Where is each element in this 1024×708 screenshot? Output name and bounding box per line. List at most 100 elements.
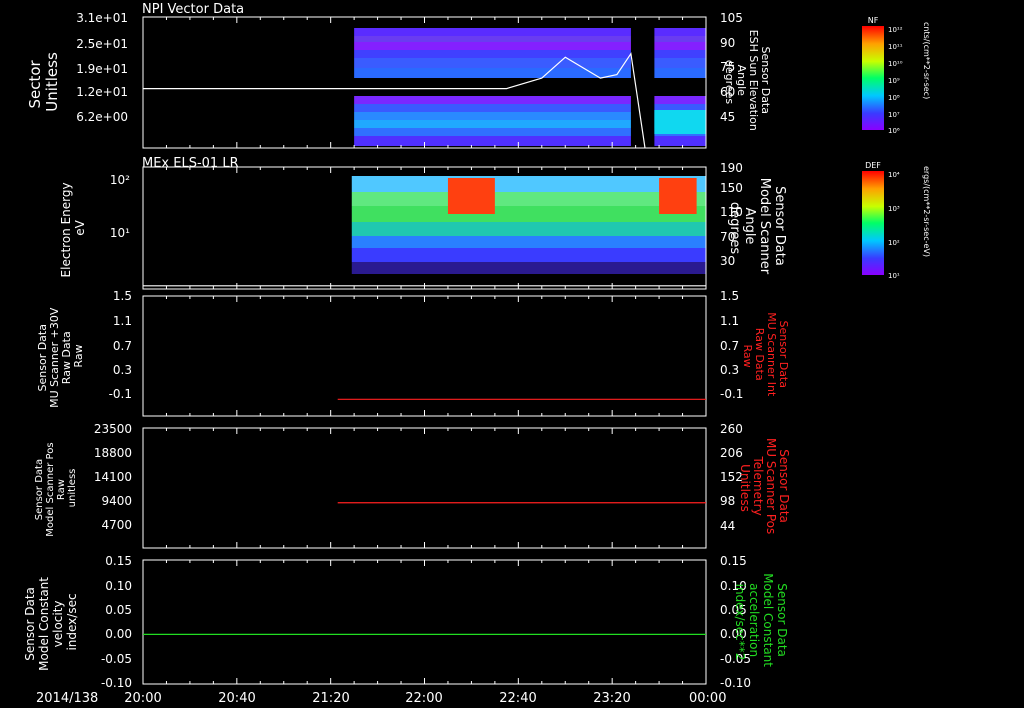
right-ytick-label: 105 <box>720 11 743 25</box>
right-y-axis-title-line: Telemetry <box>751 455 765 515</box>
colorbar-tick-label: 10⁹ <box>888 77 900 85</box>
ytick-label: 18800 <box>94 446 132 460</box>
colorbar-unit: ergs/(cm**2-sr-sec-eV) <box>922 166 931 257</box>
y-axis-left: 23500 18800 14100 9400 4700 Sensor Data … <box>34 422 132 537</box>
y-axis-title-line: Electron Energy <box>59 182 73 277</box>
y-axis-title-line: unitless <box>67 469 78 508</box>
ytick-label: 0.05 <box>105 603 132 617</box>
y-axis-right: 105 90 75 60 45 Sensor Data ESH Sun Elev… <box>720 11 772 131</box>
right-ytick-label: 30 <box>720 254 735 268</box>
ytick-label: 0.3 <box>113 363 132 377</box>
spectrogram-band <box>354 104 631 112</box>
right-y-axis-title-line: acceleration <box>747 583 761 657</box>
spectrogram-band <box>351 176 706 192</box>
colorbar-tick-label: 10⁶ <box>888 127 900 135</box>
multi-panel-time-series-plot: NPI Vector Data 3.1e+01 2.5e+01 1.9e+01 … <box>23 2 931 706</box>
right-ytick-label: 1.1 <box>720 314 739 328</box>
ytick-label: 3.1e+01 <box>76 11 128 25</box>
spectrogram-band <box>654 58 706 68</box>
y-axis-title: Electron Energy eV <box>59 179 87 278</box>
panel-mex-els: MEx ELS-01 LR 10² 10¹ Electron Energy eV… <box>59 156 931 290</box>
colorbar-tick-label: 10³ <box>888 205 900 213</box>
right-y-axis-title-line: Unitless <box>738 464 752 512</box>
time-tick-label: 22:00 <box>405 691 442 706</box>
y-axis-title-line: Model Constant <box>37 577 51 671</box>
ytick-label: -0.10 <box>101 676 132 690</box>
ytick-label: 10¹ <box>110 226 130 240</box>
spectrogram-band <box>354 28 631 36</box>
ytick-label: 0.7 <box>113 339 132 353</box>
right-y-axis-title-line: degrees <box>723 60 736 105</box>
ytick-label: 9400 <box>101 494 132 508</box>
colorbar-nf: NF 10¹² 10¹¹ 10¹⁰ 10⁹ 10⁸ 10⁷ 10⁶ cnts/(… <box>862 16 931 135</box>
y-axis-title-line: eV <box>73 219 87 235</box>
spectrogram-burst <box>659 178 697 214</box>
time-tick-label: 20:40 <box>218 691 255 706</box>
right-ytick-label: 206 <box>720 446 743 460</box>
right-y-axis-title: Sensor Data MU Scanner Pos Telemetry Uni… <box>738 438 791 538</box>
plot-frame <box>142 427 707 549</box>
spectrogram-band <box>354 120 631 128</box>
ytick-label: 0.10 <box>105 579 132 593</box>
spectrogram-band <box>654 68 706 78</box>
right-ytick-label: -0.1 <box>720 387 743 401</box>
spectrogram-band <box>354 136 631 146</box>
plot-frame <box>142 295 707 417</box>
right-y-axis-title-line: degrees <box>727 202 742 255</box>
colorbar-tick-label: 10¹⁰ <box>888 60 903 68</box>
y-axis-title-line: Model Scanner Pos <box>45 442 56 536</box>
right-ytick-label: 150 <box>720 181 743 195</box>
y-axis-left: 0.15 0.10 0.05 0.00 -0.05 -0.10 Sensor D… <box>23 554 132 690</box>
ytick-label: 0.00 <box>105 627 132 641</box>
spectrogram-band <box>654 50 706 58</box>
spectrogram-band <box>654 42 706 50</box>
right-y-axis-title-line: Raw <box>741 344 754 367</box>
spectrogram-band <box>351 262 706 274</box>
colorbar-ticks: 10⁴ 10³ 10² 10¹ <box>888 171 900 280</box>
colorbar-label: NF <box>868 16 879 25</box>
ytick-label: 1.1 <box>113 314 132 328</box>
colorbar-def: DEF 10⁴ 10³ 10² 10¹ ergs/(cm**2-sr-sec-e… <box>862 161 931 280</box>
y-axis-title-line: Raw <box>56 479 67 500</box>
colorbar-tick-label: 10¹¹ <box>888 43 903 51</box>
spectrogram-band <box>351 236 706 248</box>
ytick-label: 6.2e+00 <box>76 110 128 124</box>
y-axis-title-line: Unitless <box>43 52 61 112</box>
right-ytick-label: 1.5 <box>720 289 739 303</box>
y-axis-right: 1.5 1.1 0.7 0.3 -0.1 Sensor Data MU Scan… <box>720 289 790 401</box>
spectrogram-band <box>354 96 631 104</box>
y-axis-title-line: Sector <box>26 59 44 108</box>
ytick-label: 1.5 <box>113 289 132 303</box>
ytick-label: 10² <box>110 173 130 187</box>
right-y-axis-title-line: Sensor Data <box>775 583 789 657</box>
right-ytick-label: 0.7 <box>720 339 739 353</box>
y-axis-right: 0.15 0.10 0.05 0.00 -0.05 -0.10 Sensor D… <box>720 554 789 690</box>
y-axis-title-line: Sensor Data <box>34 459 45 520</box>
right-ytick-label: 98 <box>720 494 735 508</box>
ytick-label: -0.05 <box>101 652 132 666</box>
spectrogram-band <box>351 222 706 236</box>
colorbar-label: DEF <box>865 161 881 170</box>
plot-frame <box>142 559 707 685</box>
right-y-axis-title-line: Angle <box>742 207 757 244</box>
spectrogram-band <box>351 192 706 206</box>
y-axis-left: 3.1e+01 2.5e+01 1.9e+01 1.2e+01 6.2e+00 … <box>26 11 128 124</box>
right-y-axis-title-line: Sensor Data <box>777 449 791 523</box>
y-axis-right: 190 150 110 70 30 Sensor Data Model Scan… <box>720 161 787 275</box>
colorbar-tick-label: 10⁷ <box>888 111 900 119</box>
right-ytick-label: 0.3 <box>720 363 739 377</box>
time-tick-label: 23:20 <box>593 691 630 706</box>
ytick-label: 0.15 <box>105 554 132 568</box>
time-tick-label: 20:00 <box>124 691 161 706</box>
colorbar-tick-label: 10⁸ <box>888 94 900 102</box>
y-axis-title-line: index/sec <box>65 593 79 650</box>
panel-title: NPI Vector Data <box>142 2 244 17</box>
panel-npi-vector: NPI Vector Data 3.1e+01 2.5e+01 1.9e+01 … <box>26 2 931 149</box>
right-ytick-label: 44 <box>720 519 735 533</box>
panel-model-constant: 0.15 0.10 0.05 0.00 -0.05 -0.10 Sensor D… <box>23 554 789 690</box>
right-y-axis-title-line: Sensor Data <box>772 186 787 266</box>
spectrogram-band <box>654 36 706 42</box>
right-y-axis-title-line: index/sec**2 <box>733 584 747 661</box>
spectrogram-band <box>354 128 631 136</box>
time-tick-label: 22:40 <box>499 691 536 706</box>
